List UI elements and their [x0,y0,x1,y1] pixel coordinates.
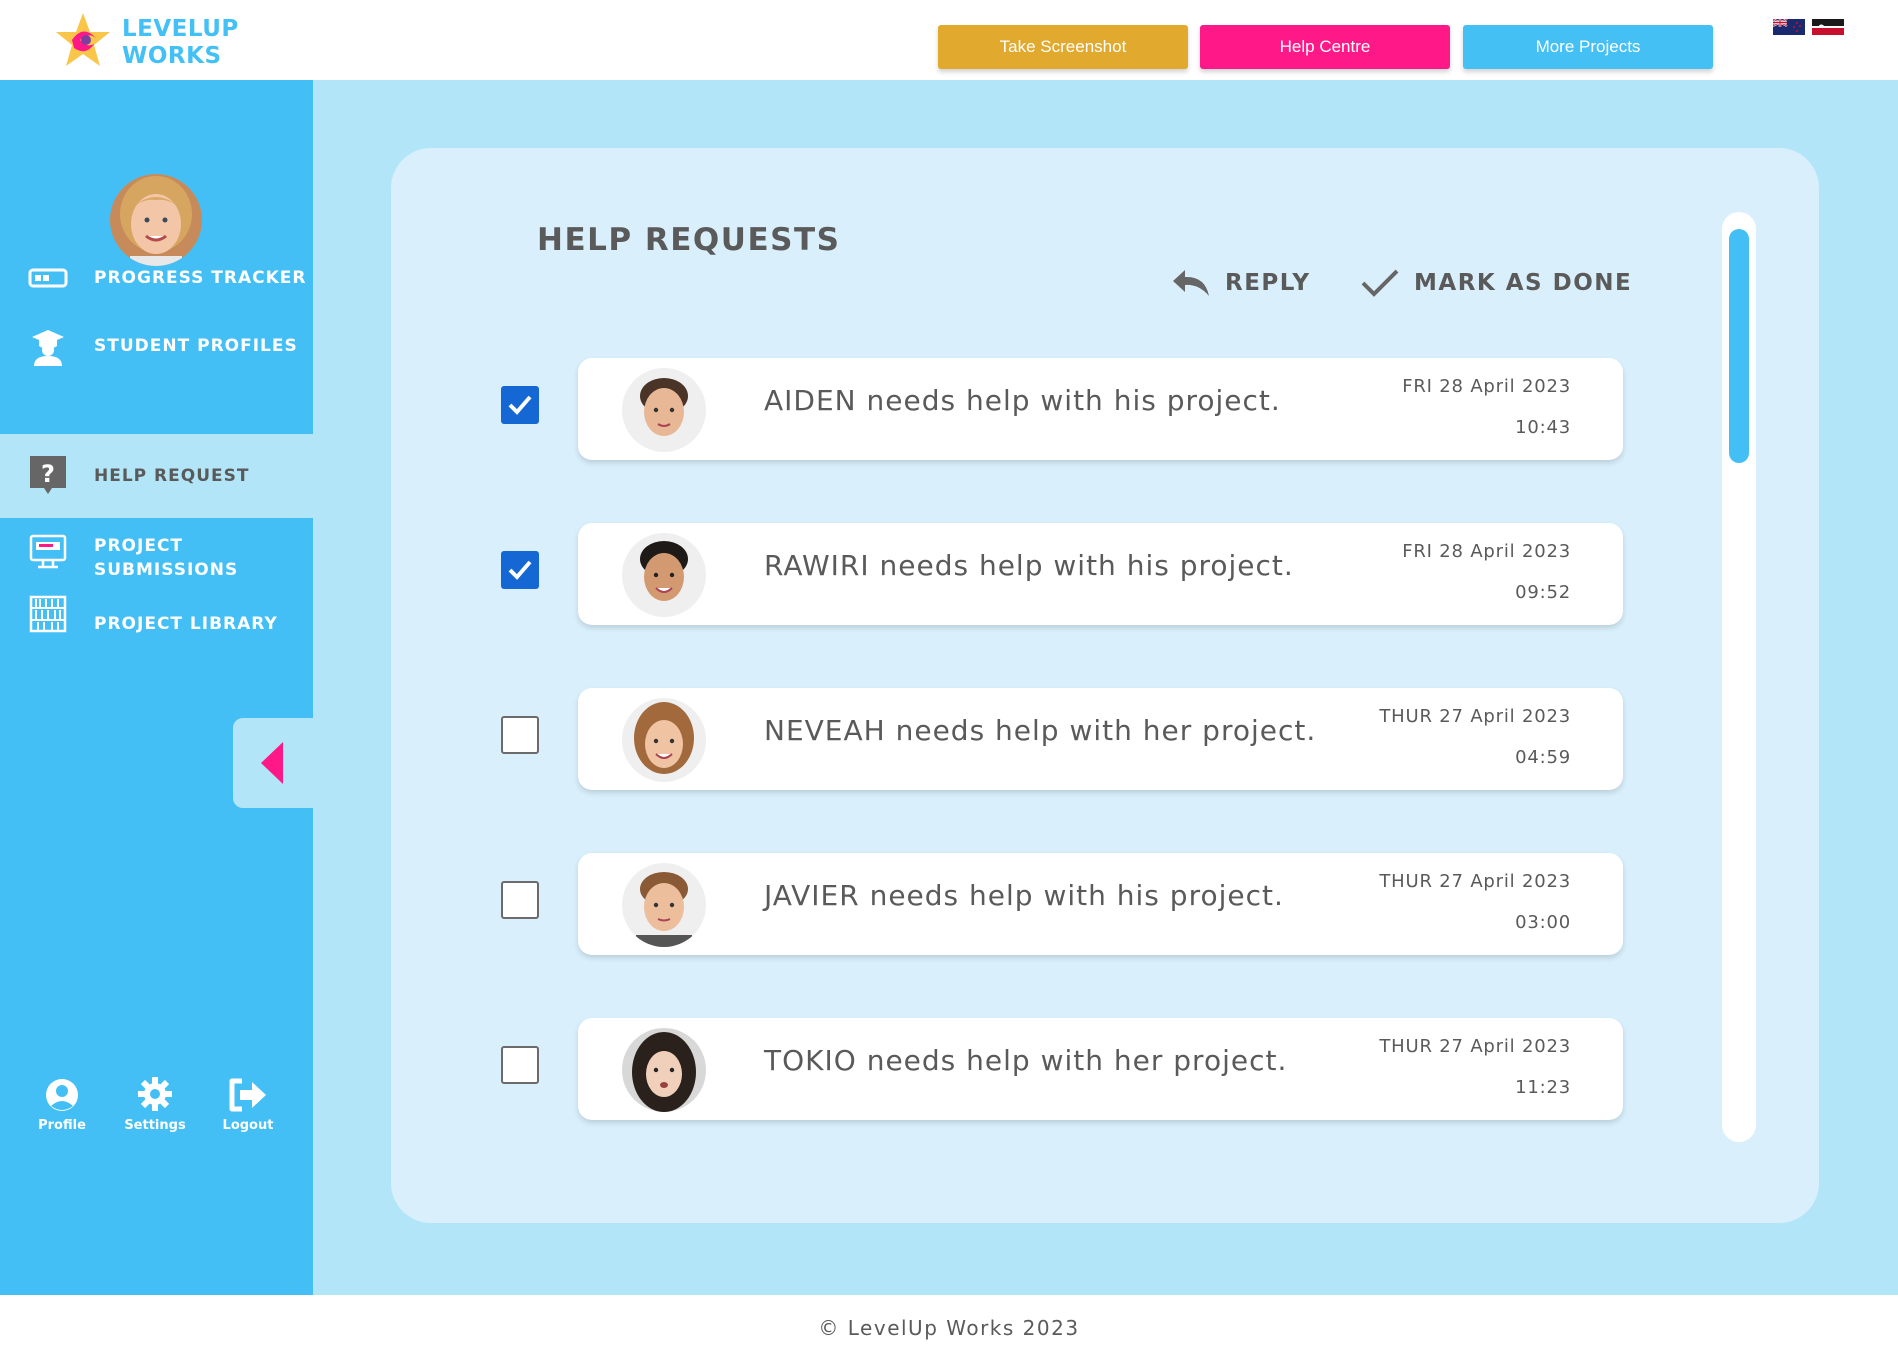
triangle-left-icon [261,742,283,784]
sidebar-item-label: PROJECT SUBMISSIONS [94,536,239,580]
settings-label: Settings [124,1118,186,1133]
star-logo-icon [56,13,110,66]
student-avatar [622,368,706,452]
copyright-text: © LevelUp Works 2023 [818,1315,1080,1340]
help-request-card[interactable]: AIDEN needs help with his project. FRI 2… [578,358,1623,460]
help-request-card[interactable]: JAVIER needs help with his project. THUR… [578,853,1623,955]
top-header: LEVELUP WORKS Take Screenshot Help Centr… [0,0,1898,80]
mark-as-done-button[interactable]: MARK AS DONE [1360,268,1632,298]
checkmark-icon [1361,269,1399,297]
reply-label: REPLY [1225,270,1311,296]
student-avatar [622,698,706,782]
main-content: HELP REQUESTS REPLY MARK AS DONE AIDEN n… [313,80,1898,1295]
logout-label: Logout [222,1118,274,1133]
request-checkbox[interactable] [501,881,539,919]
more-projects-button[interactable]: More Projects [1463,25,1713,69]
scrollbar-thumb[interactable] [1729,229,1749,463]
request-checkbox[interactable] [501,551,539,589]
take-screenshot-button[interactable]: Take Screenshot [938,25,1188,69]
request-checkbox[interactable] [501,716,539,754]
request-date: THUR 27 April 2023 [1379,1036,1571,1057]
monitor-icon [29,534,67,569]
checkmark-icon [508,560,532,580]
reply-button[interactable]: REPLY [1171,268,1311,298]
sidebar-item-label: HELP REQUEST [94,466,250,486]
question-bubble-icon: ? [30,456,66,494]
help-requests-panel: HELP REQUESTS REPLY MARK AS DONE AIDEN n… [391,148,1819,1223]
sidebar: PROGRESS TRACKER STUDENT PROFILES ? HELP… [0,80,313,1295]
sidebar-item-label: PROJECT LIBRARY [94,614,278,634]
request-time: 11:23 [1515,1077,1571,1098]
sidebar-item-label: STUDENT PROFILES [94,336,298,356]
request-message: AIDEN needs help with his project. [764,384,1281,417]
logo-line-2: WORKS [122,43,222,69]
request-message: TOKIO needs help with her project. [764,1044,1288,1077]
request-date: FRI 28 April 2023 [1402,376,1571,397]
maori-flag-icon[interactable] [1812,19,1844,35]
sidebar-item-project-library[interactable]: PROJECT LIBRARY [0,594,313,654]
logout-button[interactable]: Logout [208,1078,288,1133]
help-centre-button[interactable]: Help Centre [1200,25,1450,69]
student-avatar [622,863,706,947]
scrollbar-track[interactable] [1722,212,1756,1142]
sidebar-item-progress-tracker[interactable]: PROGRESS TRACKER [0,246,313,310]
request-date: THUR 27 April 2023 [1379,871,1571,892]
request-checkbox[interactable] [501,386,539,424]
progress-bar-icon [28,268,68,288]
settings-button[interactable]: Settings [115,1076,195,1133]
reply-arrow-icon [1173,270,1209,296]
profile-label: Profile [38,1118,86,1133]
user-circle-icon [46,1079,78,1111]
request-message: JAVIER needs help with his project. [764,879,1284,912]
page-title: HELP REQUESTS [537,222,841,258]
library-icon [29,595,67,633]
mark-as-done-label: MARK AS DONE [1414,270,1633,296]
logo-wordmark: LEVELUP WORKS [122,16,239,70]
graduate-icon [32,330,64,366]
request-time: 03:00 [1515,912,1571,933]
request-date: FRI 28 April 2023 [1402,541,1571,562]
request-message: RAWIRI needs help with his project. [764,549,1294,582]
student-avatar [622,1028,706,1112]
request-date: THUR 27 April 2023 [1379,706,1571,727]
profile-button[interactable]: Profile [22,1078,102,1133]
request-time: 09:52 [1515,582,1571,603]
help-request-card[interactable]: NEVEAH needs help with her project. THUR… [578,688,1623,790]
help-request-card[interactable]: TOKIO needs help with her project. THUR … [578,1018,1623,1120]
sidebar-item-label: PROGRESS TRACKER [94,268,307,288]
checkmark-icon [508,395,532,415]
collapse-sidebar-button[interactable] [233,718,313,808]
sidebar-item-project-submissions[interactable]: PROJECT SUBMISSIONS [0,524,313,594]
request-checkbox[interactable] [501,1046,539,1084]
help-request-card[interactable]: RAWIRI needs help with his project. FRI … [578,523,1623,625]
logout-icon [229,1078,266,1112]
svg-text:?: ? [41,460,55,488]
request-time: 10:43 [1515,417,1571,438]
footer: © LevelUp Works 2023 [0,1295,1898,1366]
levelup-logo[interactable]: LEVELUP WORKS [52,8,238,72]
request-message: NEVEAH needs help with her project. [764,714,1317,747]
student-avatar [622,533,706,617]
nz-flag-icon[interactable] [1773,19,1805,35]
gear-icon [138,1077,172,1111]
request-time: 04:59 [1515,747,1571,768]
sidebar-item-help-request[interactable]: ? HELP REQUEST [0,434,313,518]
sidebar-item-student-profiles[interactable]: STUDENT PROFILES [0,314,313,378]
logo-line-1: LEVELUP [122,16,239,42]
